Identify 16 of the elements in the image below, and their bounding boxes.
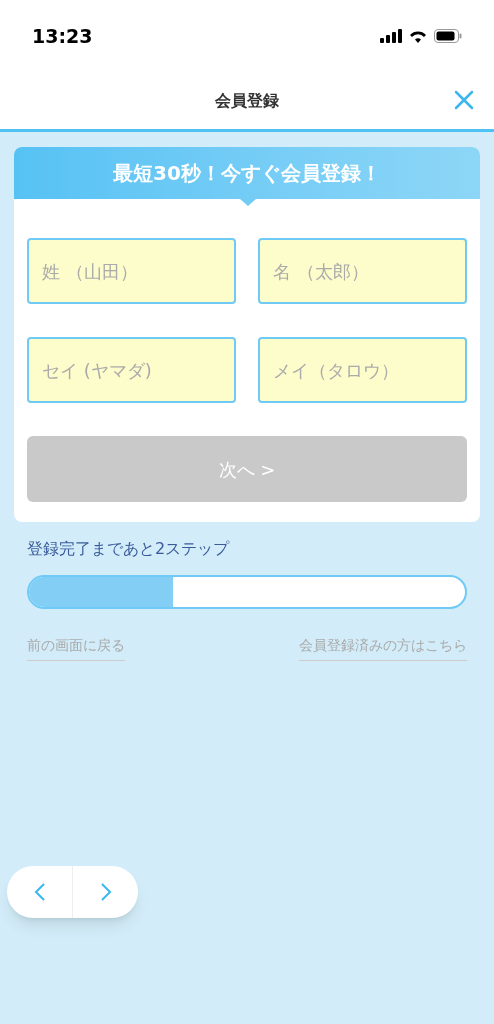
status-time: 13:23 <box>32 23 93 49</box>
battery-icon <box>434 29 462 43</box>
signal-icon <box>380 29 402 43</box>
progress-label: 登録完了まであと2ステップ <box>27 538 231 560</box>
chevron-right-icon <box>99 882 112 902</box>
close-button[interactable] <box>452 88 476 112</box>
input-field[interactable]: 姓 （山田） <box>27 238 236 304</box>
banner-title: 最短30秒！今すぐ会員登録！ <box>113 160 381 187</box>
input-field[interactable]: 名 （太郎） <box>258 238 467 304</box>
wifi-icon <box>408 29 428 43</box>
login-link[interactable]: 会員登録済みの方はこちら <box>299 635 467 661</box>
back-link[interactable]: 前の画面に戻る <box>27 635 125 661</box>
input-field[interactable]: メイ（タロウ） <box>258 337 467 403</box>
input-field[interactable]: セイ (ヤマダ) <box>27 337 236 403</box>
header-title: 会員登録 <box>215 89 279 112</box>
chevron-left-icon <box>33 882 46 902</box>
